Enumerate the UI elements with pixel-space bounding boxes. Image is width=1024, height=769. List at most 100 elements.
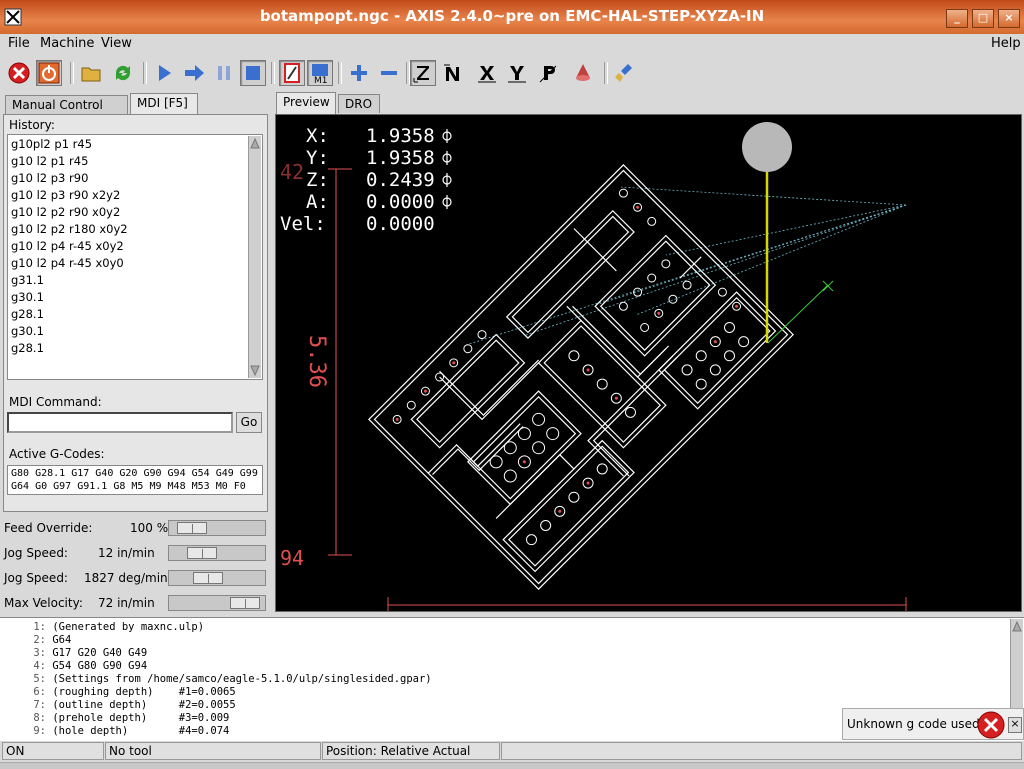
minimize-button[interactable]: _ <box>946 9 968 28</box>
status-machine-state: ON <box>2 742 104 760</box>
menu-machine[interactable]: Machine <box>40 36 94 51</box>
dro-x-label: X: <box>306 125 329 147</box>
history-item[interactable]: g30.1 <box>11 290 44 304</box>
active-gcodes-line: G64 G0 G97 G91.1 G8 M5 M9 M48 M53 M0 F0 <box>11 481 246 492</box>
gcode-line[interactable]: 4: G54 G80 G90 G94 <box>26 660 147 672</box>
tab-manual-control[interactable]: Manual Control [F3] <box>5 95 128 131</box>
mdi-command-input[interactable] <box>7 412 233 433</box>
mdi-command-label: MDI Command: <box>9 395 102 409</box>
window-title: botampopt.ngc - AXIS 2.4.0~pre on EMC-HA… <box>259 7 765 25</box>
error-notification: Unknown g code used × <box>842 708 1024 740</box>
gcode-line[interactable]: 2: G64 <box>26 634 71 646</box>
pause-icon[interactable] <box>211 60 237 86</box>
clear-icon[interactable] <box>612 60 638 86</box>
menu-file[interactable]: File <box>8 36 30 51</box>
history-item[interactable]: g31.1 <box>11 273 44 287</box>
reload-icon[interactable] <box>110 60 136 86</box>
history-item[interactable]: g10 l2 p2 r90 x0y2 <box>11 205 120 219</box>
feed-override-slider[interactable] <box>168 520 266 536</box>
history-item[interactable]: g28.1 <box>11 341 44 355</box>
dro-y-value: 1.9358 <box>366 147 435 169</box>
preview-canvas[interactable]: 94 42 5.36 X: 1.9358 Y: 1.9358 Z: 0.2439… <box>275 114 1022 612</box>
tab-preview[interactable]: Preview <box>276 92 336 114</box>
status-tool: No tool <box>105 742 321 760</box>
gcode-line[interactable]: 8: (prehole depth) #3=0.009 <box>26 712 229 724</box>
dro-vel-label: Vel: <box>280 213 326 235</box>
go-button[interactable]: Go <box>236 412 262 433</box>
view-z-rotated-icon[interactable] <box>440 60 466 86</box>
step-icon[interactable] <box>181 60 207 86</box>
jog-speed-angular-label: Jog Speed: <box>4 571 68 585</box>
menu-help[interactable]: Help <box>991 36 1021 51</box>
history-item[interactable]: g10 l2 p4 r-45 x0y0 <box>11 256 124 270</box>
zoomout-icon[interactable] <box>376 60 402 86</box>
error-close-button[interactable]: × <box>1008 717 1022 733</box>
close-button[interactable]: × <box>998 9 1020 28</box>
gcode-line[interactable]: 6: (roughing depth) #1=0.0065 <box>26 686 235 698</box>
slider-thumb[interactable] <box>229 597 260 609</box>
tab-mdi[interactable]: MDI [F5] <box>130 93 198 115</box>
menu-view[interactable]: View <box>101 36 132 51</box>
history-item[interactable]: g10 l2 p1 r45 <box>11 154 88 168</box>
slider-thumb[interactable] <box>186 547 217 559</box>
jog-speed-angular-value: 1827 deg/min <box>84 571 168 585</box>
m1-label: M1 <box>314 76 328 84</box>
history-scrollbar[interactable] <box>248 136 261 378</box>
dro-vel-value: 0.0000 <box>366 213 435 235</box>
dro-x-value: 1.9358 <box>366 125 435 147</box>
gcode-line[interactable]: 7: (outline depth) #2=0.0055 <box>26 699 235 711</box>
dro-a-value: 0.0000 <box>366 191 435 213</box>
gcode-line[interactable]: 9: (hole depth) #4=0.074 <box>26 725 229 737</box>
history-item[interactable]: g10 l2 p3 r90 <box>11 171 88 185</box>
history-item[interactable]: g10 l2 p3 r90 x2y2 <box>11 188 120 202</box>
run-icon[interactable] <box>151 60 177 86</box>
status-spacer <box>501 742 1022 760</box>
view-x-icon[interactable] <box>474 60 500 86</box>
gcode-line[interactable]: 3: G17 G20 G40 G49 <box>26 647 147 659</box>
jog-speed-slider[interactable] <box>168 545 266 561</box>
max-velocity-label: Max Velocity: <box>4 596 83 610</box>
view-z-icon[interactable] <box>410 60 436 86</box>
power-icon[interactable] <box>36 60 62 86</box>
slider-thumb[interactable] <box>177 522 208 534</box>
error-icon <box>977 711 1005 739</box>
zoomin-icon[interactable] <box>346 60 372 86</box>
dimension-vertical-label: 5.36 <box>304 335 329 388</box>
view-p-icon[interactable] <box>536 60 562 86</box>
history-list[interactable]: g10pl2 p1 r45 g10 l2 p1 r45 g10 l2 p3 r9… <box>7 134 263 380</box>
maximize-button[interactable]: □ <box>972 9 994 28</box>
tab-dro[interactable]: DRO <box>338 94 380 113</box>
jog-speed-angular-slider[interactable] <box>168 570 266 586</box>
jog-speed-value: 12 in/min <box>98 546 155 560</box>
menu-bar <box>0 34 1024 54</box>
estop-icon[interactable] <box>6 60 32 86</box>
stop-icon[interactable] <box>240 60 266 86</box>
slider-thumb[interactable] <box>192 572 223 584</box>
optionalstop-icon[interactable]: M1 <box>307 60 333 86</box>
max-velocity-slider[interactable] <box>168 595 266 611</box>
view-y-icon[interactable] <box>504 60 530 86</box>
dro-y-label: Y: <box>306 147 329 169</box>
history-item[interactable]: g10 l2 p2 r180 x0y2 <box>11 222 128 236</box>
jog-speed-label: Jog Speed: <box>4 546 68 560</box>
history-item[interactable]: g28.1 <box>11 307 44 321</box>
tool-icon <box>742 122 792 172</box>
axis-indicator <box>767 280 834 344</box>
toolpath-icon[interactable] <box>570 60 596 86</box>
blockdelete-icon[interactable] <box>279 60 305 86</box>
feed-override-label: Feed Override: <box>4 521 93 535</box>
gcode-line[interactable]: 1: (Generated by maxnc.ulp) <box>26 621 204 633</box>
history-item[interactable]: g10 l2 p4 r-45 x0y2 <box>11 239 124 253</box>
status-position: Position: Relative Actual <box>322 742 500 760</box>
dimension-top-label: 42 <box>280 160 304 184</box>
dro-z-label: Z: <box>306 169 329 191</box>
active-gcodes-label: Active G-Codes: <box>9 447 105 461</box>
history-item[interactable]: g10pl2 p1 r45 <box>11 137 92 151</box>
dro-z-value: 0.2439 <box>366 169 435 191</box>
error-message: Unknown g code used <box>847 717 980 731</box>
history-item[interactable]: g30.1 <box>11 324 44 338</box>
active-gcodes-box: G80 G28.1 G17 G40 G20 G90 G94 G54 G49 G9… <box>7 465 263 495</box>
gcode-line[interactable]: 5: (Settings from /home/samco/eagle-5.1.… <box>26 673 431 685</box>
dro-a-label: A: <box>306 191 329 213</box>
open-icon[interactable] <box>78 60 104 86</box>
